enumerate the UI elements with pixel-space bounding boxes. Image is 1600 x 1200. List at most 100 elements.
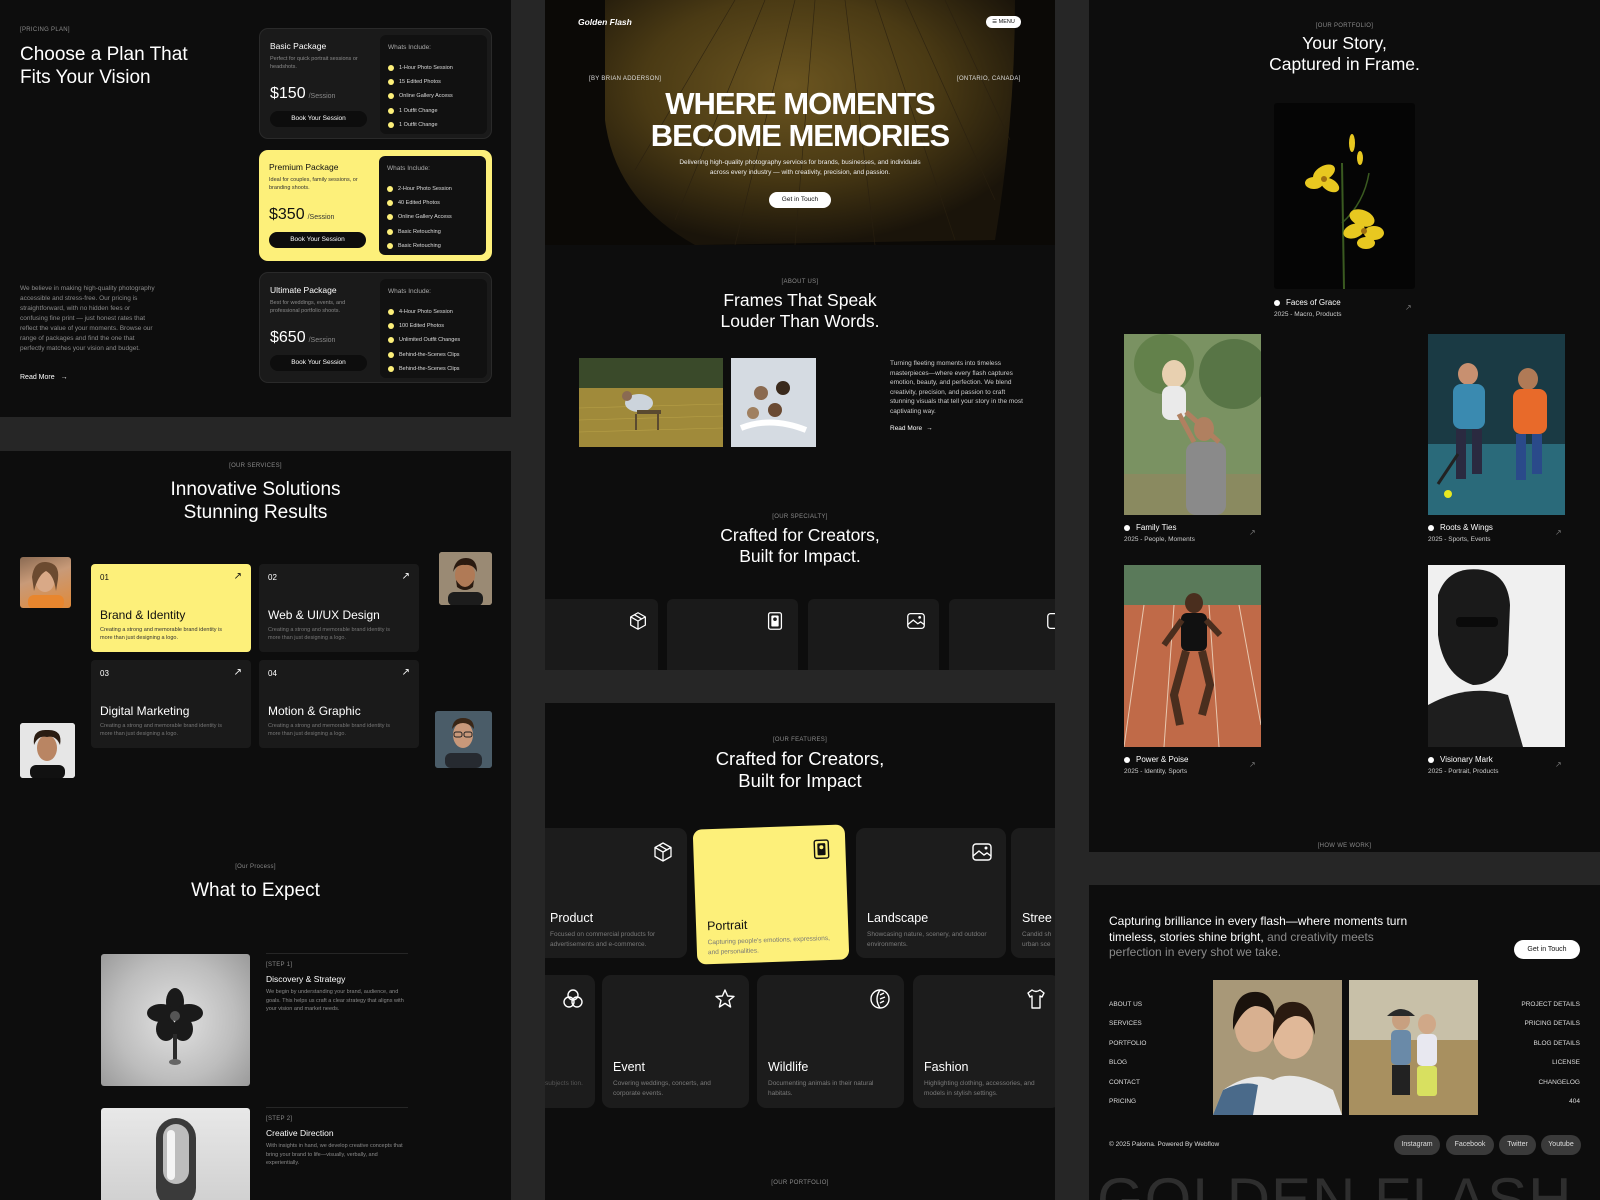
brand-logo[interactable]: Golden Flash: [578, 17, 632, 27]
feature-card-partial[interactable]: subjects tion.: [545, 975, 595, 1108]
feature-card-landscape[interactable]: Landscape Showcasing nature, scenery, an…: [856, 828, 1006, 958]
include-item: 100 Edited Photos: [388, 319, 460, 333]
include-item: Basic Retouching: [387, 225, 452, 239]
service-num: 01: [100, 573, 109, 582]
book-session-button[interactable]: Book Your Session: [270, 111, 367, 127]
portfolio-image-portrait[interactable]: [1428, 565, 1565, 747]
pricing-card-premium: Premium Package Ideal for couples, famil…: [259, 150, 492, 261]
footer-link-pricing-details[interactable]: PRICING DETAILS: [1489, 1014, 1580, 1033]
service-title: Digital Marketing: [100, 704, 190, 718]
feature-title: Wildlife: [768, 1060, 809, 1074]
features-title: Crafted for Creators, Built for Impact: [715, 748, 885, 791]
arrow-up-right-icon[interactable]: ↗: [1249, 528, 1256, 537]
portfolio-image-flower[interactable]: [1274, 103, 1415, 289]
box-icon: [654, 842, 672, 862]
footer-link-portfolio[interactable]: PORTFOLIO: [1109, 1034, 1146, 1053]
include-item: Online Gallery Access: [388, 89, 453, 103]
step-title: Discovery & Strategy: [266, 974, 346, 984]
footer-link-pricing[interactable]: PRICING: [1109, 1092, 1146, 1111]
footer-link-license[interactable]: LICENSE: [1489, 1053, 1580, 1072]
footer-link-services[interactable]: SERVICES: [1109, 1014, 1146, 1033]
arrow-up-right-icon[interactable]: ↗: [1405, 303, 1412, 312]
leaf-icon: [870, 989, 890, 1009]
service-desc: Creating a strong and memorable brand id…: [268, 723, 390, 737]
about-read-more-link[interactable]: Read More →: [890, 425, 933, 432]
arrow-up-right-icon: ↗: [401, 667, 410, 678]
footer-link-project-details[interactable]: PROJECT DETAILS: [1489, 995, 1580, 1014]
arrow-right-icon: →: [60, 374, 68, 381]
arrow-up-right-icon: ↗: [233, 667, 242, 678]
about-tag: [ABOUT US]: [781, 279, 819, 285]
social-youtube[interactable]: Youtube: [1541, 1135, 1581, 1155]
how-we-work-tag: [HOW WE WORK]: [1317, 843, 1372, 849]
specialty-card[interactable]: [667, 599, 798, 670]
specialty-card[interactable]: [949, 599, 1055, 670]
package-name: Basic Package: [270, 41, 327, 51]
services-title: Innovative Solutions Stunning Results: [170, 479, 341, 523]
footer-cta-button[interactable]: Get in Touch: [1514, 940, 1580, 959]
footer-link-blog-details[interactable]: BLOG DETAILS: [1489, 1034, 1580, 1053]
footer-image-friends: [1349, 980, 1478, 1115]
about-body: Turning fleeting moments into timeless m…: [890, 360, 1023, 415]
social-facebook[interactable]: Facebook: [1446, 1135, 1494, 1155]
process-image-flower: [101, 954, 250, 1086]
circles-icon: [563, 989, 583, 1008]
arrow-right-icon: →: [926, 425, 933, 432]
portfolio-sub: 2025 - Identity, Sports: [1124, 768, 1188, 775]
footer-link-404[interactable]: 404: [1489, 1092, 1580, 1111]
portfolio-image-family[interactable]: [1124, 334, 1261, 515]
book-session-button[interactable]: Book Your Session: [270, 355, 367, 371]
feature-card-event[interactable]: Event Covering weddings, concerts, and c…: [602, 975, 749, 1108]
service-title: Web & UI/UX Design: [268, 608, 380, 622]
feature-card-portrait[interactable]: Portrait Capturing people's emotions, ex…: [692, 824, 850, 965]
hero-cta-button[interactable]: Get in Touch: [769, 192, 831, 208]
social-twitter[interactable]: Twitter: [1499, 1135, 1536, 1155]
specialty-card[interactable]: [808, 599, 939, 670]
package-name: Premium Package: [269, 162, 339, 172]
portfolio-image-runner[interactable]: [1124, 565, 1261, 747]
feature-card-wildlife[interactable]: Wildlife Documenting animals in their na…: [757, 975, 904, 1108]
service-card-marketing[interactable]: 03 ↗ Digital Marketing Creating a strong…: [91, 660, 251, 748]
service-desc: Creating a strong and memorable brand id…: [268, 627, 390, 641]
portfolio-sub: 2025 - People, Moments: [1124, 536, 1195, 543]
portfolio-caption: Power & Poise: [1124, 755, 1188, 764]
social-instagram[interactable]: Instagram: [1394, 1135, 1440, 1155]
services-tag: [OUR SERVICES]: [229, 463, 282, 469]
pricing-card-basic: Basic Package Perfect for quick portrait…: [259, 28, 492, 139]
step-tag: [STEP 1]: [266, 962, 293, 968]
portrait-icon: [813, 839, 830, 860]
specialty-card[interactable]: [545, 599, 658, 670]
service-num: 04: [268, 669, 277, 678]
package-desc: Best for weddings, events, and professio…: [270, 300, 346, 314]
feature-card-fashion[interactable]: Fashion Highlighting clothing, accessori…: [913, 975, 1055, 1108]
includes-box: Whats Include: 4-Hour Photo Session 100 …: [380, 279, 487, 378]
arrow-up-right-icon[interactable]: ↗: [1555, 528, 1562, 537]
include-item: 40 Edited Photos: [387, 196, 452, 210]
divider: [266, 953, 408, 954]
pricing-section: [PRICING PLAN] Choose a Plan That Fits Y…: [0, 0, 511, 417]
portfolio-image-hockey[interactable]: [1428, 334, 1565, 515]
arrow-up-right-icon[interactable]: ↗: [1555, 760, 1562, 769]
footer-link-blog[interactable]: BLOG: [1109, 1053, 1146, 1072]
include-item: Online Gallery Access: [387, 210, 452, 224]
service-card-web[interactable]: 02 ↗ Web & UI/UX Design Creating a stron…: [259, 564, 419, 652]
feature-desc: Documenting animals in their natural hab…: [768, 1080, 874, 1097]
hero-byline: [BY BRIAN ADDERSON]: [589, 76, 662, 82]
arrow-up-right-icon[interactable]: ↗: [1249, 760, 1256, 769]
portfolio-caption: Faces of Grace: [1274, 298, 1341, 307]
footer-link-changelog[interactable]: CHANGELOG: [1489, 1073, 1580, 1092]
service-card-brand[interactable]: 01 ↗ Brand & Identity Creating a strong …: [91, 564, 251, 652]
service-card-motion[interactable]: 04 ↗ Motion & Graphic Creating a strong …: [259, 660, 419, 748]
feature-desc: subjects tion.: [545, 1080, 583, 1087]
footer-link-about[interactable]: ABOUT US: [1109, 995, 1146, 1014]
star-icon: [715, 989, 735, 1008]
pricing-body: We believe in making high-quality photog…: [20, 285, 155, 352]
features-section: [OUR FEATURES] Crafted for Creators, Bui…: [545, 703, 1055, 1200]
feature-title: Fashion: [924, 1060, 969, 1074]
book-session-button[interactable]: Book Your Session: [269, 232, 366, 248]
feature-card-product[interactable]: Product Focused on commercial products f…: [545, 828, 687, 958]
menu-button[interactable]: ☰ MENU: [986, 16, 1021, 28]
pricing-read-more-link[interactable]: Read More →: [20, 374, 68, 381]
feature-card-street[interactable]: Stree Candid sh urban sce: [1011, 828, 1055, 958]
footer-link-contact[interactable]: CONTACT: [1109, 1073, 1146, 1092]
